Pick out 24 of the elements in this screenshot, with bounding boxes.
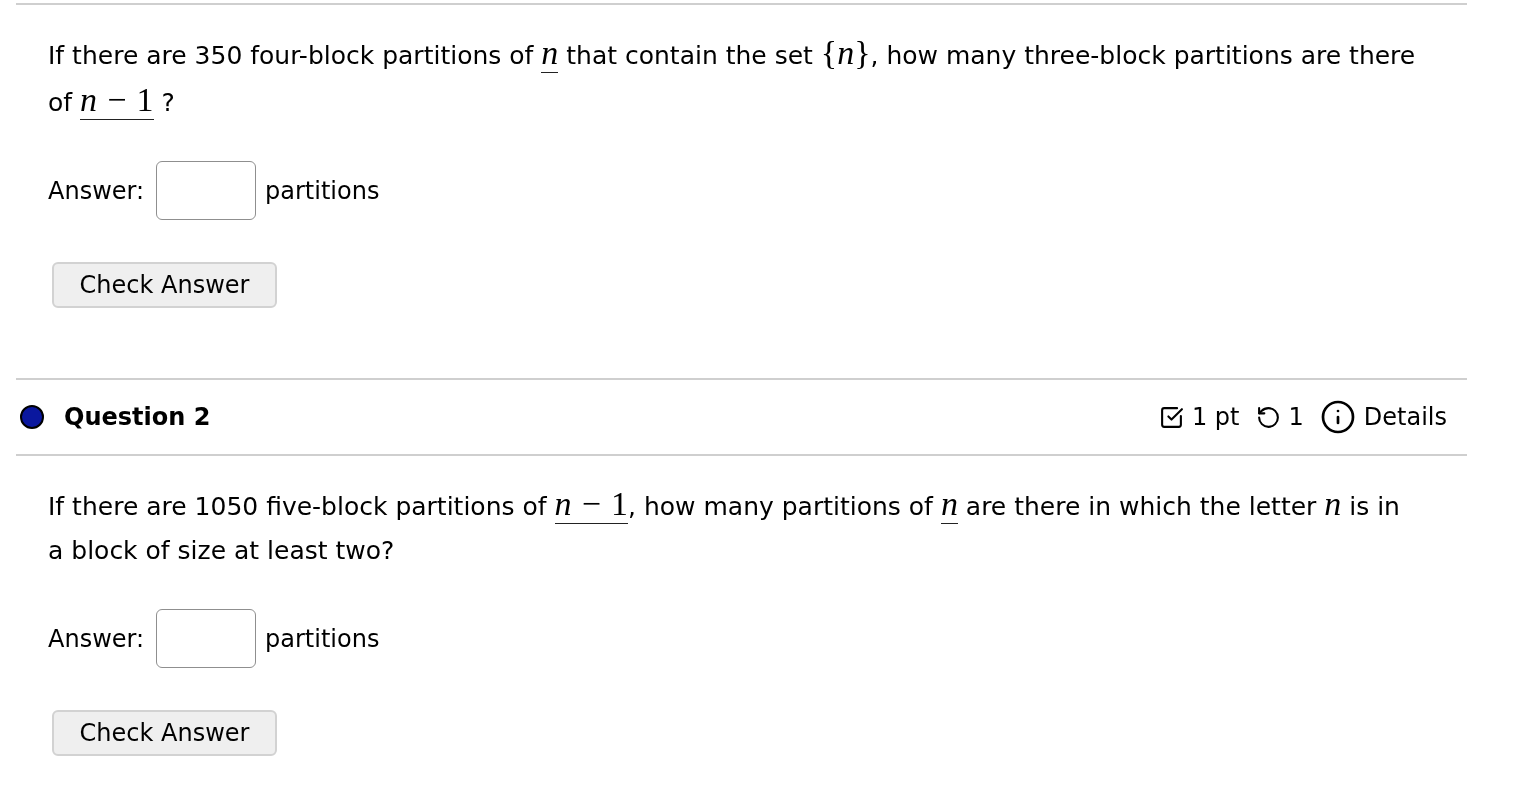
math-link[interactable]: n − 1 [80,81,154,120]
question-title: Question 2 [64,403,212,431]
check-answer-button[interactable]: Check Answer [52,710,277,756]
math-expression: {n} [820,34,871,72]
unit-label: partitions [265,176,380,205]
answer-field[interactable] [156,609,257,668]
answer-label: Answer: [48,176,145,205]
details-button[interactable]: Details [1319,399,1447,435]
attempts-count: 1 [1288,403,1304,431]
answer-label: Answer: [48,624,145,653]
points-label: 1 pt [1191,403,1240,431]
math-link[interactable]: n [940,485,958,524]
math-expression: n [1324,485,1342,523]
answer-field[interactable] [156,161,257,220]
circular-arrow-icon [1255,404,1281,430]
question-text: If there are 1050 five-block partitions of n − 1, how many partitions of n are there in which the letter n is in a block of size at least two? [48,484,1401,567]
status-dot-icon [20,405,44,429]
unit-label: partitions [265,624,380,653]
question-text: If there are 350 four-block partitions of n that contain the set {n}, how many three-block partitions are there of n − 1 ? [48,33,1417,122]
check-square-icon [1158,404,1184,430]
math-link[interactable]: n [541,34,559,73]
check-answer-button[interactable]: Check Answer [52,262,277,308]
info-icon [1319,399,1356,435]
math-link[interactable]: n − 1 [554,485,629,524]
